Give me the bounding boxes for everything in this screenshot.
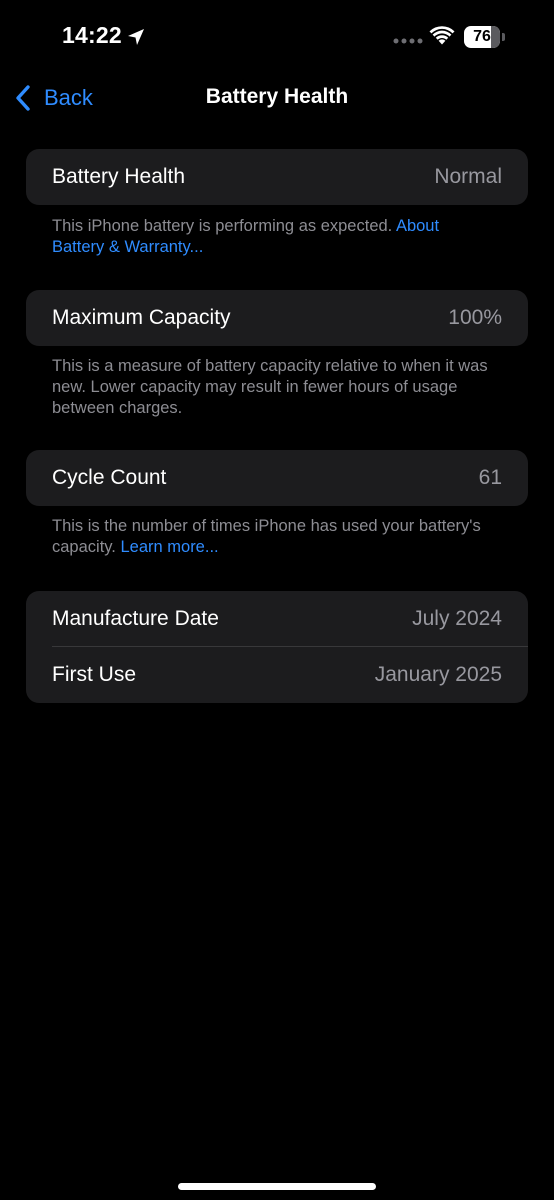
home-indicator[interactable] [178,1183,376,1190]
wifi-icon [429,26,455,45]
cycle-count-footnote-text: This is the number of times iPhone has u… [52,517,481,556]
cycle-count-row: Cycle Count 61 [26,450,528,506]
maximum-capacity-group: Maximum Capacity 100% [26,290,528,346]
battery-level-text: 76 [473,28,491,45]
location-arrow-icon [128,29,144,45]
status-time: 14:22 [62,22,122,48]
battery-tip [502,33,505,41]
manufacture-date-label: Manufacture Date [52,607,219,630]
maximum-capacity-value: 100% [448,306,502,329]
cycle-count-footnote: This is the number of times iPhone has u… [52,516,492,558]
battery-health-label: Battery Health [52,165,186,188]
first-use-row: First Use January 2025 [26,647,528,703]
cycle-count-group: Cycle Count 61 [26,450,528,506]
dates-group: Manufacture Date July 2024 First Use Jan… [26,591,528,703]
maximum-capacity-footnote: This is a measure of battery capacity re… [52,357,488,417]
battery-health-footnote-text: This iPhone battery is performing as exp… [52,217,396,235]
page-title: Battery Health [205,85,349,108]
first-use-value: January 2025 [374,663,502,686]
navigation-bar: Back Battery Health [0,76,554,120]
learn-more-link[interactable]: Learn more... [120,538,218,556]
battery-health-row: Battery Health Normal [26,149,528,205]
cycle-count-value: 61 [478,466,502,489]
battery-icon: 76 [464,26,506,48]
manufacture-date-row: Manufacture Date July 2024 [26,591,528,647]
maximum-capacity-label: Maximum Capacity [52,306,231,329]
battery-health-group: Battery Health Normal [26,149,528,205]
battery-health-footnote: This iPhone battery is performing as exp… [52,216,492,258]
cycle-count-label: Cycle Count [52,466,167,489]
manufacture-date-value: July 2024 [412,607,502,630]
status-bar: 14:22 76 [0,0,554,76]
signal-dots-icon [393,38,423,44]
maximum-capacity-row: Maximum Capacity 100% [26,290,528,346]
first-use-label: First Use [52,663,136,686]
battery-health-value: Normal [434,165,502,188]
